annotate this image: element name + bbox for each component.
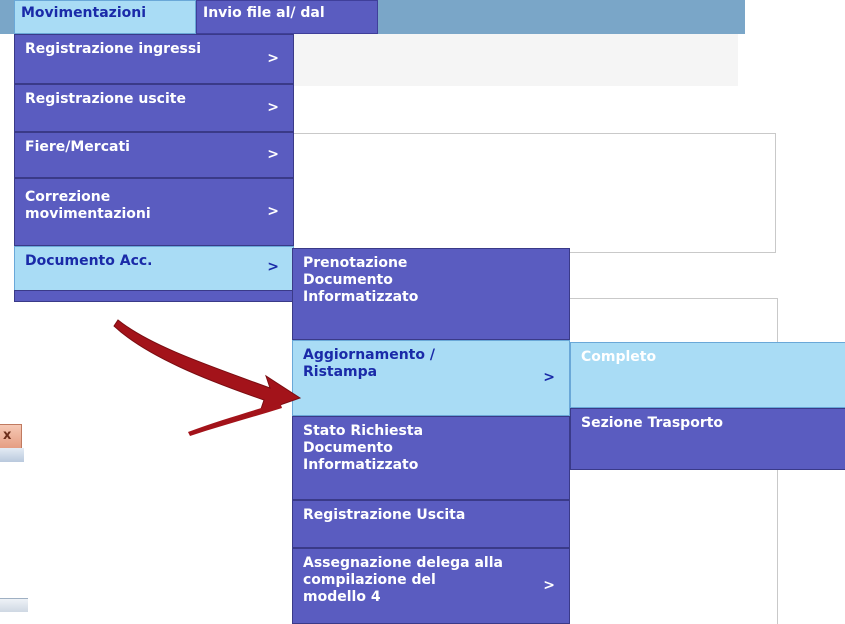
- menu-item-label: Registrazione uscite: [25, 91, 186, 107]
- menu-item-documento-acc[interactable]: Documento Acc. >: [14, 246, 294, 292]
- background-strip: [290, 34, 738, 86]
- menu-item-label: Aggiornamento / Ristampa: [303, 347, 435, 380]
- window-frame-fragment-bottom: [0, 598, 28, 612]
- submenu-arrow-icon: >: [267, 203, 279, 220]
- submenu-arrow-icon: >: [267, 50, 279, 67]
- menu-item-registrazione-uscita[interactable]: Registrazione Uscita: [292, 500, 570, 548]
- menu-item-fiere-mercati[interactable]: Fiere/Mercati >: [14, 132, 294, 178]
- menu-item-correzione-movimentazioni[interactable]: Correzione movimentazioni >: [14, 178, 294, 246]
- menu-item-completo[interactable]: Completo: [570, 342, 845, 408]
- submenu-arrow-icon: >: [543, 577, 555, 594]
- submenu-arrow-icon: >: [267, 99, 279, 116]
- menu-item-label: Registrazione Uscita: [303, 507, 466, 523]
- menu-item-label: Documento Acc.: [25, 253, 153, 269]
- curved-arrow-icon: [113, 319, 302, 436]
- window-close-button[interactable]: x: [0, 424, 22, 450]
- menu-item-label: Fiere/Mercati: [25, 139, 130, 155]
- menubar-label: Movimentazioni: [21, 5, 146, 21]
- menubar-label: Invio file al/ dal: [203, 5, 325, 21]
- submenu-arrow-icon: >: [267, 259, 279, 275]
- menu-item-label: Registrazione ingressi: [25, 41, 202, 57]
- menu-item-sezione-trasporto[interactable]: Sezione Trasporto: [570, 408, 845, 470]
- menu-item-registrazione-ingressi[interactable]: Registrazione ingressi >: [14, 34, 294, 84]
- menu-item-assegnazione-delega[interactable]: Assegnazione delega alla compilazione de…: [292, 548, 570, 624]
- arrow-shaft: [113, 319, 302, 413]
- close-icon: x: [3, 428, 12, 443]
- menu-item-stato-richiesta[interactable]: Stato Richiesta Documento Informatizzato: [292, 416, 570, 500]
- menu-item-partial[interactable]: [14, 290, 294, 302]
- menubar-movimentazioni[interactable]: Movimentazioni: [14, 0, 196, 34]
- submenu-arrow-icon: >: [267, 146, 279, 163]
- menu-item-label: Completo: [581, 349, 657, 365]
- menu-item-label: Prenotazione Documento Informatizzato: [303, 255, 419, 305]
- menu-item-label: Sezione Trasporto: [581, 415, 724, 431]
- window-frame-fragment: [0, 448, 24, 462]
- submenu-arrow-icon: >: [543, 369, 555, 386]
- menu-item-label: Assegnazione delega alla compilazione de…: [303, 555, 503, 605]
- menu-item-label: Stato Richiesta Documento Informatizzato: [303, 423, 424, 473]
- arrow-tail: [188, 402, 282, 436]
- menubar-invio-file[interactable]: Invio file al/ dal: [196, 0, 378, 34]
- menu-item-prenotazione-documento[interactable]: Prenotazione Documento Informatizzato: [292, 248, 570, 340]
- menu-item-aggiornamento-ristampa[interactable]: Aggiornamento / Ristampa >: [292, 340, 570, 416]
- menu-item-registrazione-uscite[interactable]: Registrazione uscite >: [14, 84, 294, 132]
- background-panel: [290, 133, 776, 253]
- menu-item-label: Correzione movimentazioni: [25, 189, 151, 222]
